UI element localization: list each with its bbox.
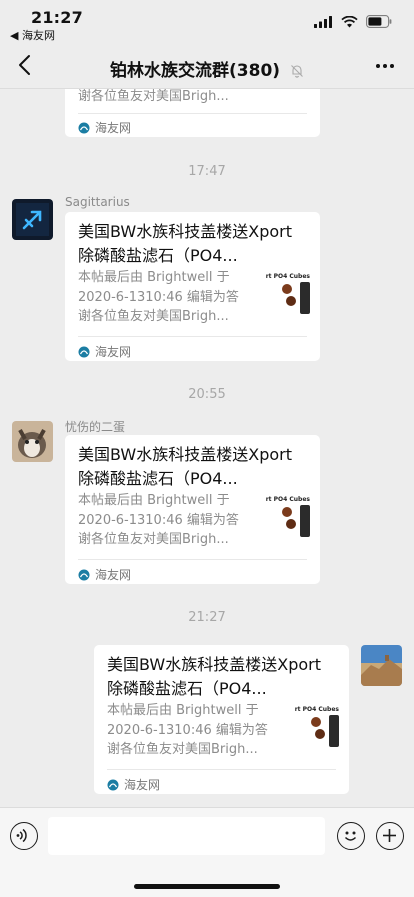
status-icons bbox=[314, 15, 392, 28]
link-card-source: 海友网 bbox=[78, 119, 131, 136]
timestamp: 17:47 bbox=[188, 164, 226, 179]
home-indicator bbox=[134, 884, 280, 889]
input-bar bbox=[0, 807, 414, 897]
link-card[interactable]: 美国BW水族科技盖楼送Xport除磷酸盐滤石（PO4... 本帖最后由 Brig… bbox=[94, 645, 349, 794]
link-card-desc: 本帖最后由 Brightwell 于 2020-6-1310:46 编辑为答谢各… bbox=[78, 270, 239, 324]
chat-title-text: 铂林水族交流群(380) bbox=[110, 61, 281, 81]
status-time: 21:27 bbox=[31, 8, 83, 27]
divider bbox=[78, 559, 307, 560]
divider bbox=[107, 769, 336, 770]
link-card[interactable]: 谢各位鱼友对美国Brigh... 海友网 bbox=[65, 89, 320, 137]
emoji-icon[interactable] bbox=[337, 822, 365, 850]
link-card-desc: 本帖最后由 Brightwell 于 2020-6-1310:46 编辑为答谢各… bbox=[107, 703, 268, 757]
link-card-source-label: 海友网 bbox=[95, 121, 132, 135]
thumb-label: rt PO4 Cubes bbox=[265, 496, 310, 503]
link-card-thumb: rt PO4 Cubes bbox=[266, 272, 310, 316]
link-card[interactable]: 美国BW水族科技盖楼送Xport除磷酸盐滤石（PO4... 本帖最后由 Brig… bbox=[65, 212, 320, 361]
wifi-icon bbox=[341, 15, 358, 27]
sagittarius-avatar-icon bbox=[12, 199, 53, 240]
link-card-source-label: 海友网 bbox=[95, 568, 132, 582]
thumb-label: rt PO4 Cubes bbox=[265, 273, 310, 280]
more-icon[interactable] bbox=[374, 55, 396, 77]
message-list[interactable]: 谢各位鱼友对美国Brigh... 海友网 17:47 Sagittarius 美… bbox=[0, 89, 414, 807]
avatar[interactable] bbox=[361, 645, 402, 686]
chat-title: 铂林水族交流群(380) bbox=[0, 56, 414, 81]
link-card-title: 美国BW水族科技盖楼送Xport除磷酸盐滤石（PO4... bbox=[78, 445, 292, 488]
sender-name: Sagittarius bbox=[65, 195, 130, 209]
source-logo-icon bbox=[78, 122, 90, 133]
link-card-thumb: rt PO4 Cubes bbox=[295, 705, 339, 749]
link-card-source: 海友网 bbox=[78, 343, 131, 360]
voice-icon[interactable] bbox=[10, 822, 38, 850]
link-card-source-label: 海友网 bbox=[95, 345, 132, 359]
avatar[interactable] bbox=[12, 199, 53, 240]
link-card-source: 海友网 bbox=[78, 566, 131, 583]
thumb-label: rt PO4 Cubes bbox=[294, 706, 339, 713]
timestamp: 21:27 bbox=[188, 610, 226, 625]
link-card-title: 美国BW水族科技盖楼送Xport除磷酸盐滤石（PO4... bbox=[107, 655, 321, 698]
avatar[interactable] bbox=[12, 421, 53, 462]
link-card-source-label: 海友网 bbox=[124, 778, 161, 792]
message-input[interactable] bbox=[48, 817, 325, 855]
sender-name: 忧伤的二蛋 bbox=[65, 420, 126, 434]
divider bbox=[78, 336, 307, 337]
battery-icon bbox=[366, 15, 392, 28]
back-to-app-link[interactable]: ◀ 海友网 bbox=[10, 27, 55, 43]
link-card-desc: 本帖最后由 Brightwell 于 2020-6-1310:46 编辑为答谢各… bbox=[78, 493, 239, 547]
source-logo-icon bbox=[107, 779, 119, 790]
source-logo-icon bbox=[78, 569, 90, 580]
timestamp: 20:55 bbox=[188, 387, 226, 402]
divider bbox=[78, 113, 307, 114]
link-card-source: 海友网 bbox=[107, 776, 160, 793]
chat-header: 铂林水族交流群(380) bbox=[0, 44, 414, 89]
status-bar: 21:27 ◀ 海友网 bbox=[0, 0, 414, 44]
plus-icon[interactable] bbox=[376, 822, 404, 850]
link-card-desc: 谢各位鱼友对美国Brigh... bbox=[78, 89, 229, 104]
link-card-thumb: rt PO4 Cubes bbox=[266, 495, 310, 539]
link-card-title: 美国BW水族科技盖楼送Xport除磷酸盐滤石（PO4... bbox=[78, 222, 292, 265]
source-logo-icon bbox=[78, 346, 90, 357]
dog-avatar-icon bbox=[12, 421, 53, 462]
landscape-avatar-icon bbox=[361, 645, 402, 686]
bell-off-icon bbox=[291, 65, 303, 78]
link-card[interactable]: 美国BW水族科技盖楼送Xport除磷酸盐滤石（PO4... 本帖最后由 Brig… bbox=[65, 435, 320, 584]
signal-icon bbox=[314, 15, 332, 28]
